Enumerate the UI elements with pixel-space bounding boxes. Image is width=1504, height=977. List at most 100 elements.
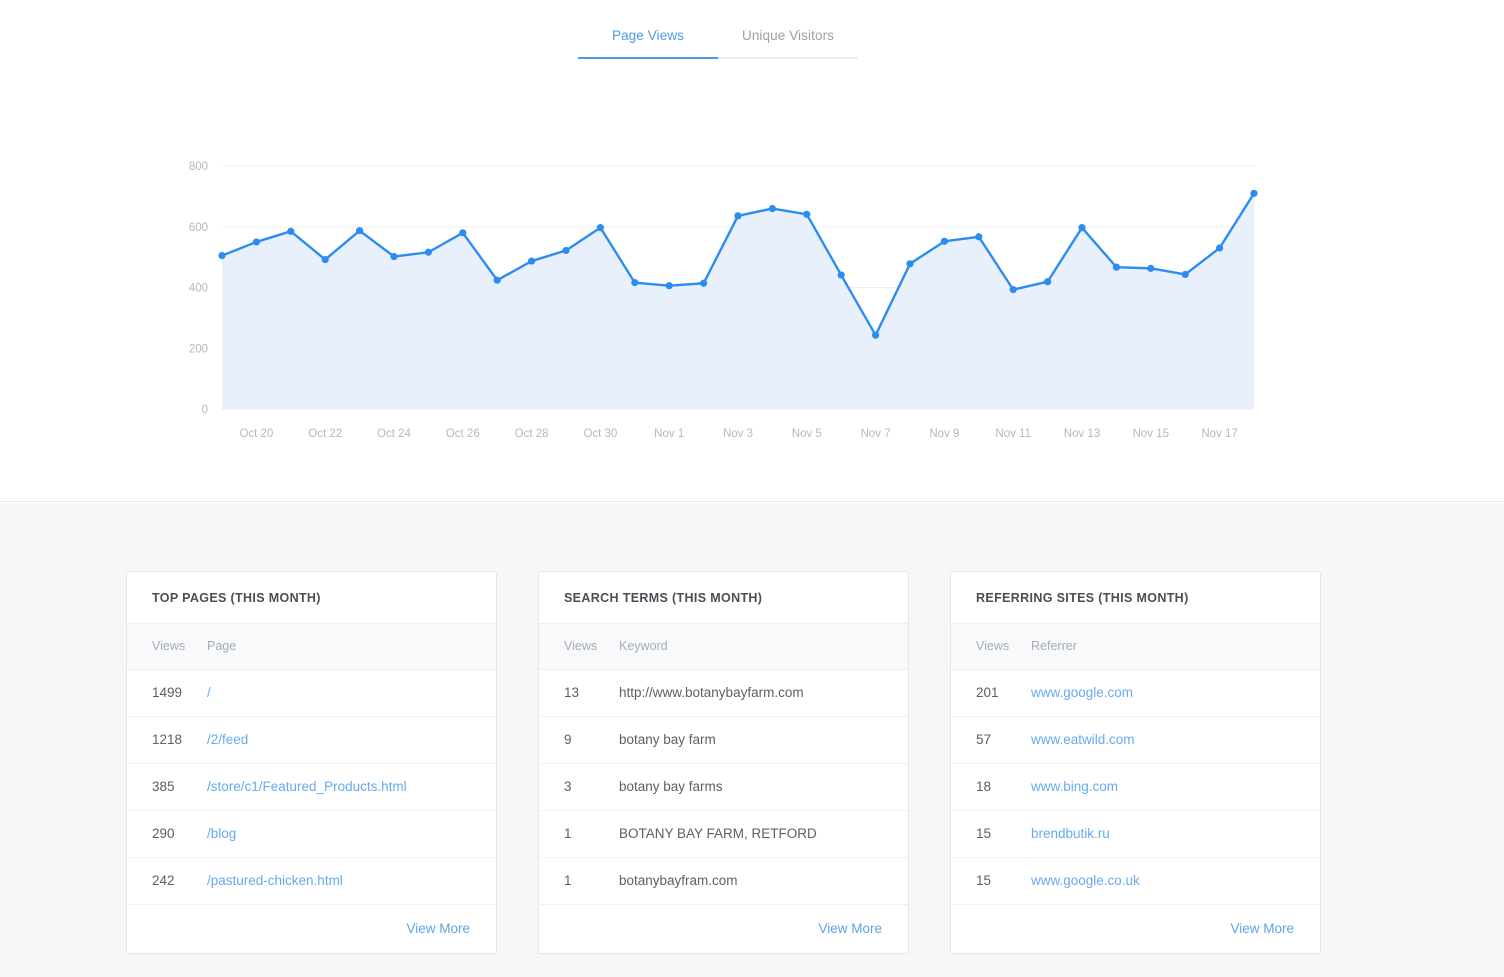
table-row: 242/pastured-chicken.html — [127, 857, 496, 904]
table-row: 15www.google.co.uk — [951, 857, 1320, 904]
chart-data-point — [459, 229, 466, 236]
y-axis-tick-label: 400 — [189, 283, 208, 295]
row-link[interactable]: www.bing.com — [1031, 779, 1118, 794]
column-header: Views — [127, 624, 207, 669]
row-label-cell: botany bay farm — [619, 716, 908, 763]
x-axis-tick-label: Oct 24 — [377, 428, 411, 440]
card-footer: View More — [539, 905, 908, 953]
table-row: 385/store/c1/Featured_Products.html — [127, 763, 496, 810]
row-label-cell: http://www.botanybayfarm.com — [619, 669, 908, 716]
card-footer: View More — [951, 905, 1320, 953]
card-title: REFERRING SITES (THIS MONTH) — [951, 572, 1320, 624]
table-header-row: ViewsKeyword — [539, 624, 908, 669]
x-axis-tick-label: Oct 28 — [515, 428, 549, 440]
x-axis-tick-label: Nov 15 — [1133, 428, 1169, 440]
chart-data-point — [975, 233, 982, 240]
row-views-value: 1 — [539, 857, 619, 904]
chart-data-point — [390, 253, 397, 260]
summary-card: TOP PAGES (THIS MONTH)ViewsPage1499/ 1218… — [126, 571, 497, 954]
table-row: 57www.eatwild.com — [951, 716, 1320, 763]
row-views-value: 242 — [127, 857, 207, 904]
x-axis-tick-label: Nov 3 — [723, 428, 753, 440]
row-link[interactable]: /2/feed — [207, 732, 248, 747]
chart-data-point — [425, 249, 432, 256]
table-row: 1BOTANY BAY FARM, RETFORD — [539, 810, 908, 857]
x-axis-tick-label: Oct 30 — [583, 428, 617, 440]
row-label-cell: /2/feed — [207, 716, 496, 763]
chart-data-point — [494, 277, 501, 284]
chart-data-point — [769, 205, 776, 212]
summary-cards-region: TOP PAGES (THIS MONTH)ViewsPage1499/1218… — [0, 503, 1504, 977]
page-views-chart: 0200400600800Oct 20Oct 22Oct 24Oct 26Oct… — [0, 140, 1504, 460]
row-views-value: 57 — [951, 716, 1031, 763]
chart-panel: Page Views Unique Visitors 0200400600800… — [0, 0, 1504, 502]
chart-area-fill — [222, 193, 1254, 409]
chart-data-point — [1044, 278, 1051, 285]
summary-cards: TOP PAGES (THIS MONTH)ViewsPage1499/1218… — [126, 571, 1321, 954]
x-axis-tick-label: Nov 5 — [792, 428, 822, 440]
chart-data-point — [838, 271, 845, 278]
table-header-row: ViewsPage — [127, 624, 496, 669]
column-header: Views — [539, 624, 619, 669]
row-views-value: 1499 — [127, 669, 207, 716]
card-title: TOP PAGES (THIS MONTH) — [127, 572, 496, 624]
tab-unique-visitors-label: Unique Visitors — [742, 28, 834, 43]
card-table: ViewsPage1499/ 1218/2/feed385/store/c1/Fe… — [127, 624, 496, 905]
tab-unique-visitors[interactable]: Unique Visitors — [718, 28, 858, 59]
table-row: 201www.google.com — [951, 669, 1320, 716]
card-footer: View More — [127, 905, 496, 953]
row-label-cell: / — [207, 669, 496, 716]
chart-data-point — [528, 257, 535, 264]
row-link[interactable]: / — [207, 685, 211, 700]
row-views-value: 15 — [951, 810, 1031, 857]
row-label-cell: botanybayfram.com — [619, 857, 908, 904]
chart-data-point — [1216, 244, 1223, 251]
x-axis-tick-label: Nov 7 — [861, 428, 891, 440]
chart-data-point — [734, 212, 741, 219]
chart-data-point — [322, 256, 329, 263]
x-axis-tick-label: Oct 22 — [308, 428, 342, 440]
chart-data-point — [356, 227, 363, 234]
x-axis-tick-label: Nov 9 — [929, 428, 959, 440]
chart-data-point — [700, 280, 707, 287]
row-link[interactable]: www.eatwild.com — [1031, 732, 1135, 747]
table-row: 290/blog — [127, 810, 496, 857]
card-title: SEARCH TERMS (THIS MONTH) — [539, 572, 908, 624]
column-header: Page — [207, 624, 496, 669]
row-views-value: 9 — [539, 716, 619, 763]
x-axis-tick-label: Nov 1 — [654, 428, 684, 440]
row-link[interactable]: /store/c1/Featured_Products.html — [207, 779, 407, 794]
row-views-value: 385 — [127, 763, 207, 810]
row-label-cell: BOTANY BAY FARM, RETFORD — [619, 810, 908, 857]
row-label-cell: www.eatwild.com — [1031, 716, 1320, 763]
card-table: ViewsReferrer201www.google.com57www.eatw… — [951, 624, 1320, 905]
view-more-link[interactable]: View More — [406, 921, 470, 936]
y-axis-tick-label: 200 — [189, 343, 208, 355]
row-link[interactable]: /blog — [207, 826, 236, 841]
row-link[interactable]: brendbutik.ru — [1031, 826, 1110, 841]
row-link[interactable]: www.google.co.uk — [1031, 873, 1140, 888]
chart-data-point — [1010, 286, 1017, 293]
y-axis-tick-label: 0 — [202, 404, 208, 416]
summary-card: REFERRING SITES (THIS MONTH)ViewsReferre… — [950, 571, 1321, 954]
row-link[interactable]: www.google.com — [1031, 685, 1133, 700]
view-more-link[interactable]: View More — [818, 921, 882, 936]
x-axis-tick-label: Oct 20 — [239, 428, 273, 440]
row-link[interactable]: /pastured-chicken.html — [207, 873, 343, 888]
table-row: 1218/2/feed — [127, 716, 496, 763]
chart-data-point — [562, 247, 569, 254]
row-label-cell: www.google.co.uk — [1031, 857, 1320, 904]
chart-data-point — [872, 332, 879, 339]
column-header: Views — [951, 624, 1031, 669]
view-more-link[interactable]: View More — [1230, 921, 1294, 936]
chart-canvas: 0200400600800Oct 20Oct 22Oct 24Oct 26Oct… — [172, 140, 1332, 460]
chart-data-point — [287, 228, 294, 235]
row-views-value: 15 — [951, 857, 1031, 904]
row-label-cell: /pastured-chicken.html — [207, 857, 496, 904]
chart-data-point — [253, 238, 260, 245]
chart-data-point — [803, 211, 810, 218]
chart-data-point — [631, 279, 638, 286]
chart-data-point — [597, 224, 604, 231]
tab-page-views[interactable]: Page Views — [578, 28, 718, 59]
row-views-value: 1 — [539, 810, 619, 857]
